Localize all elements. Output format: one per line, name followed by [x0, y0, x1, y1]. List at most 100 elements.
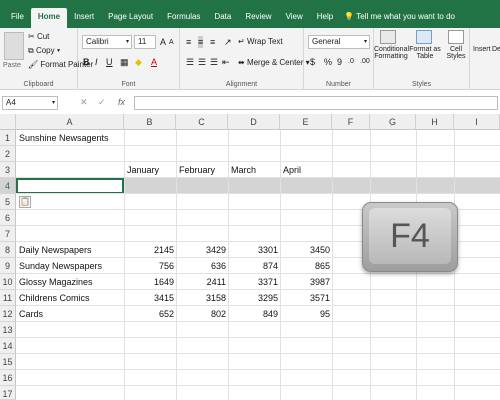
cell-b3-month[interactable]: January	[127, 163, 159, 178]
italic-button[interactable]: I	[95, 56, 98, 68]
column-header-h[interactable]: H	[416, 114, 454, 130]
shrink-font-button[interactable]: A	[169, 37, 174, 49]
cell-label[interactable]: Cards	[19, 307, 43, 322]
align-center-icon[interactable]: ☰	[198, 56, 206, 68]
copy-button[interactable]: ⧉ Copy ▾	[28, 46, 60, 56]
row-header[interactable]: 16	[0, 370, 16, 386]
cell-c3-month[interactable]: February	[179, 163, 215, 178]
column-header-d[interactable]: D	[228, 114, 280, 130]
cell-value[interactable]: 3415	[124, 291, 174, 306]
percent-button[interactable]: %	[324, 56, 332, 68]
enter-icon[interactable]: ✓	[98, 97, 106, 108]
bold-button[interactable]: B	[83, 56, 90, 68]
row-header[interactable]: 11	[0, 290, 16, 306]
cell-value[interactable]: 3450	[280, 243, 330, 258]
name-box[interactable]: A4 ▾	[2, 96, 58, 110]
tab-page-layout[interactable]: Page Layout	[101, 8, 160, 28]
cell-label[interactable]: Glossy Magazines	[19, 275, 93, 290]
cell-value[interactable]: 636	[176, 259, 226, 274]
tab-data[interactable]: Data	[207, 8, 238, 28]
row-header[interactable]: 15	[0, 354, 16, 370]
function-icon[interactable]: fx	[118, 97, 125, 107]
row-header[interactable]: 8	[0, 242, 16, 258]
cell-a1-title[interactable]: Sunshine Newsagents	[19, 131, 109, 146]
cell-value[interactable]: 3158	[176, 291, 226, 306]
indent-icon[interactable]: ⇤	[222, 56, 230, 68]
row-header[interactable]: 14	[0, 338, 16, 354]
column-header-a[interactable]: A	[16, 114, 124, 130]
select-all-corner[interactable]	[0, 114, 16, 130]
column-header-g[interactable]: G	[370, 114, 416, 130]
tab-insert[interactable]: Insert	[67, 8, 101, 28]
cell-value[interactable]: 3295	[228, 291, 278, 306]
cell-styles-button[interactable]: Cell Styles	[442, 46, 470, 60]
column-header-e[interactable]: E	[280, 114, 332, 130]
cell-label[interactable]: Sunday Newspapers	[19, 259, 102, 274]
row-header[interactable]: 2	[0, 146, 16, 162]
orientation-icon[interactable]: ↗	[224, 36, 232, 48]
comma-button[interactable]: 9	[337, 56, 342, 68]
format-as-table-button[interactable]: Format as Table	[408, 46, 442, 60]
grow-font-button[interactable]: A	[160, 36, 166, 48]
number-format-select[interactable]: General ▾	[308, 35, 370, 49]
cell-value[interactable]: 652	[124, 307, 174, 322]
fill-color-icon[interactable]: ◆	[135, 56, 142, 68]
cell-value[interactable]: 802	[176, 307, 226, 322]
wrap-text-button[interactable]: ↵ Wrap Text	[238, 37, 283, 46]
decrease-decimal-icon[interactable]: .00	[360, 56, 370, 68]
insert-cells-button[interactable]: Insert	[473, 46, 491, 53]
merge-center-button[interactable]: ⬌ Merge & Center ▾	[238, 58, 310, 67]
active-cell-a4[interactable]	[16, 178, 124, 194]
cell-value[interactable]: 874	[228, 259, 278, 274]
cell-value[interactable]: 3371	[228, 275, 278, 290]
tab-file[interactable]: File	[4, 8, 31, 28]
row-header[interactable]: 10	[0, 274, 16, 290]
row-header[interactable]: 1	[0, 130, 16, 146]
tell-me-search[interactable]: 💡 Tell me what you want to do	[340, 8, 455, 28]
align-right-icon[interactable]: ☰	[210, 56, 218, 68]
cell-d3-month[interactable]: March	[231, 163, 256, 178]
column-header-b[interactable]: B	[124, 114, 176, 130]
row-header[interactable]: 17	[0, 386, 16, 400]
cell-value[interactable]: 3429	[176, 243, 226, 258]
font-name-select[interactable]: Calibri ▾	[82, 35, 132, 49]
row-header[interactable]: 9	[0, 258, 16, 274]
row-header[interactable]: 6	[0, 210, 16, 226]
cancel-icon[interactable]: ✕	[80, 97, 88, 108]
align-bottom-icon[interactable]: ≡	[210, 36, 215, 48]
paste-options-icon[interactable]: 📋	[19, 196, 31, 208]
cell-value[interactable]: 865	[280, 259, 330, 274]
cell-value[interactable]: 2145	[124, 243, 174, 258]
tab-formulas[interactable]: Formulas	[160, 8, 207, 28]
cell-value[interactable]: 3571	[280, 291, 330, 306]
borders-icon[interactable]: ▦	[120, 56, 129, 68]
increase-decimal-icon[interactable]: .0	[348, 56, 354, 68]
row-header-selected[interactable]: 4	[0, 178, 16, 194]
align-middle-icon[interactable]: ≡	[198, 36, 204, 48]
align-left-icon[interactable]: ☰	[186, 56, 194, 68]
row-header[interactable]: 13	[0, 322, 16, 338]
row-header[interactable]: 3	[0, 162, 16, 178]
paste-icon[interactable]	[4, 32, 24, 60]
tab-review[interactable]: Review	[238, 8, 278, 28]
column-header-i[interactable]: I	[454, 114, 500, 130]
cell-e3-month[interactable]: April	[283, 163, 301, 178]
underline-button[interactable]: U	[106, 56, 113, 68]
delete-cells-button[interactable]: De	[492, 46, 500, 53]
row-header[interactable]: 5	[0, 194, 16, 210]
cell-label[interactable]: Childrens Comics	[19, 291, 90, 306]
cell-value[interactable]: 3987	[280, 275, 330, 290]
formula-input[interactable]	[134, 96, 498, 110]
row-header[interactable]: 7	[0, 226, 16, 242]
cell-value[interactable]: 2411	[176, 275, 226, 290]
conditional-formatting-button[interactable]: Conditional Formatting	[374, 46, 409, 60]
column-header-c[interactable]: C	[176, 114, 228, 130]
align-top-icon[interactable]: ≡	[186, 36, 191, 48]
tab-home[interactable]: Home	[30, 8, 68, 28]
currency-button[interactable]: $	[310, 56, 315, 68]
font-color-icon[interactable]: A	[151, 56, 157, 68]
font-size-select[interactable]: 11	[134, 35, 156, 49]
tab-help[interactable]: Help	[310, 8, 340, 28]
cell-value[interactable]: 95	[280, 307, 330, 322]
column-header-f[interactable]: F	[332, 114, 370, 130]
